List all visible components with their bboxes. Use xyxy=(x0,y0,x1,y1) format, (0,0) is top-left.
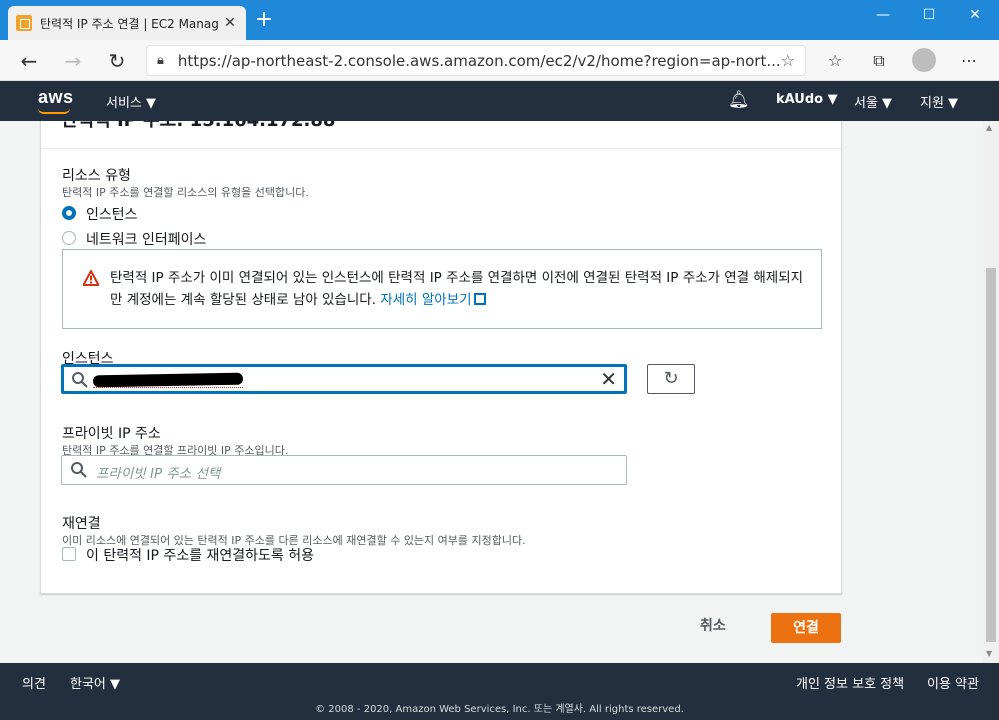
scroll-up-icon[interactable]: ▲ xyxy=(986,123,992,132)
address-bar: ← → ↻ 🔒︎ https://ap-northeast-2.console.… xyxy=(0,40,999,81)
copyright-text: © 2008 - 2020, Amazon Web Services, Inc.… xyxy=(315,704,684,715)
connect-button[interactable]: 연결 xyxy=(771,613,841,643)
radio-instance[interactable] xyxy=(62,206,76,220)
terms-link[interactable]: 이용 약관 xyxy=(927,673,979,692)
search-icon xyxy=(71,462,87,478)
tab-close-icon[interactable]: ✕ xyxy=(222,15,238,31)
aws-logo-smile xyxy=(38,108,70,114)
feedback-link[interactable]: 의견 xyxy=(22,673,46,692)
minimize-button[interactable]: — xyxy=(860,0,906,30)
browser-tab-bar: 탄력적 IP 주소 연결 | EC2 Manag ✕ + — ☐ ✕ xyxy=(0,0,999,40)
alert-text-block: 탄력적 IP 주소가 이미 연결되어 있는 인스턴스에 탄력적 IP 주소를 연… xyxy=(110,267,810,311)
url-text: https://ap-northeast-2.console.aws.amazo… xyxy=(177,51,781,70)
support-menu[interactable]: 지원 ▼ xyxy=(920,92,958,111)
radio-instance-label[interactable]: 인스턴스 xyxy=(86,204,138,224)
scroll-down-icon[interactable]: ▼ xyxy=(986,649,992,658)
external-link-icon[interactable] xyxy=(473,293,486,305)
profile-avatar[interactable] xyxy=(912,48,936,72)
allow-reassociation-label[interactable]: 이 탄력적 IP 주소를 재연결하도록 허용 xyxy=(86,545,314,565)
url-input[interactable]: 🔒︎ https://ap-northeast-2.console.aws.am… xyxy=(146,45,806,76)
refresh-instances-button[interactable]: ↻ xyxy=(647,364,695,394)
maximize-button[interactable]: ☐ xyxy=(906,0,952,30)
search-icon xyxy=(72,372,88,388)
aws-favicon-icon xyxy=(16,15,32,31)
tab-title: 탄력적 IP 주소 연결 | EC2 Manag xyxy=(40,16,219,31)
scroll-thumb[interactable] xyxy=(986,268,996,642)
clear-icon[interactable]: ✕ xyxy=(600,368,617,390)
close-window-button[interactable]: ✕ xyxy=(952,0,998,30)
warning-icon xyxy=(83,270,99,286)
associate-eip-panel: 탄력적 IP 주소: 15.164.172.88 리소스 유형 탄력적 IP 주… xyxy=(40,121,842,594)
reload-icon[interactable]: ↻ xyxy=(104,48,130,74)
collections-icon[interactable]: ⧉ xyxy=(868,50,890,72)
allow-reassociation-checkbox[interactable] xyxy=(62,547,76,561)
radio-network-interface[interactable] xyxy=(62,231,76,245)
private-ip-placeholder: 프라이빗 IP 주소 선택 xyxy=(96,466,221,482)
lock-icon: 🔒︎ xyxy=(157,53,164,68)
learn-more-link[interactable]: 자세히 알아보기 xyxy=(380,292,471,308)
browser-tab[interactable]: 탄력적 IP 주소 연결 | EC2 Manag ✕ xyxy=(8,6,246,40)
panel-divider xyxy=(41,148,841,149)
region-menu[interactable]: 서울 ▼ xyxy=(854,92,892,111)
resource-type-description: 탄력적 IP 주소를 연결할 리소스의 유형을 선택합니다. xyxy=(62,186,309,199)
more-menu-icon[interactable]: ⋯ xyxy=(958,50,980,72)
main-content: 탄력적 IP 주소: 15.164.172.88 리소스 유형 탄력적 IP 주… xyxy=(0,121,983,663)
private-ip-input[interactable]: 프라이빗 IP 주소 선택 xyxy=(61,455,627,485)
back-arrow-icon[interactable]: ← xyxy=(16,48,42,74)
instance-search-input[interactable]: ✕ xyxy=(61,364,627,394)
favorite-star-icon[interactable]: ☆ xyxy=(781,51,795,70)
console-footer: 의견 한국어 ▼ 개인 정보 보호 정책 이용 약관 © 2008 - 2020… xyxy=(0,663,999,720)
services-menu[interactable]: 서비스 ▼ xyxy=(106,92,156,111)
radio-network-interface-label[interactable]: 네트워크 인터페이스 xyxy=(86,229,206,249)
favorites-list-icon[interactable]: ☆ xyxy=(824,50,846,72)
warning-alert: 탄력적 IP 주소가 이미 연결되어 있는 인스턴스에 탄력적 IP 주소를 연… xyxy=(62,249,822,329)
notification-bell-icon[interactable]: 🔔︎ xyxy=(728,90,750,110)
language-selector[interactable]: 한국어 ▼ xyxy=(70,673,120,692)
aws-top-nav: aws 서비스 ▼ 🔔︎ kAUdo ▼ 서울 ▼ 지원 ▼ xyxy=(0,81,999,121)
cancel-button[interactable]: 취소 xyxy=(700,615,726,635)
forward-arrow-icon[interactable]: → xyxy=(60,48,86,74)
private-ip-label: 프라이빗 IP 주소 xyxy=(62,426,161,442)
spellcheck-underline xyxy=(93,386,243,388)
new-tab-button[interactable]: + xyxy=(254,9,274,31)
privacy-policy-link[interactable]: 개인 정보 보호 정책 xyxy=(796,673,904,692)
page-scrollbar[interactable]: ▲ ▼ xyxy=(983,121,999,663)
account-menu[interactable]: kAUdo ▼ xyxy=(776,92,838,107)
aws-logo[interactable]: aws xyxy=(38,87,74,108)
resource-type-label: 리소스 유형 xyxy=(62,168,131,184)
panel-header: 탄력적 IP 주소: 15.164.172.88 xyxy=(61,121,335,132)
reassociation-label: 재연결 xyxy=(62,516,101,532)
